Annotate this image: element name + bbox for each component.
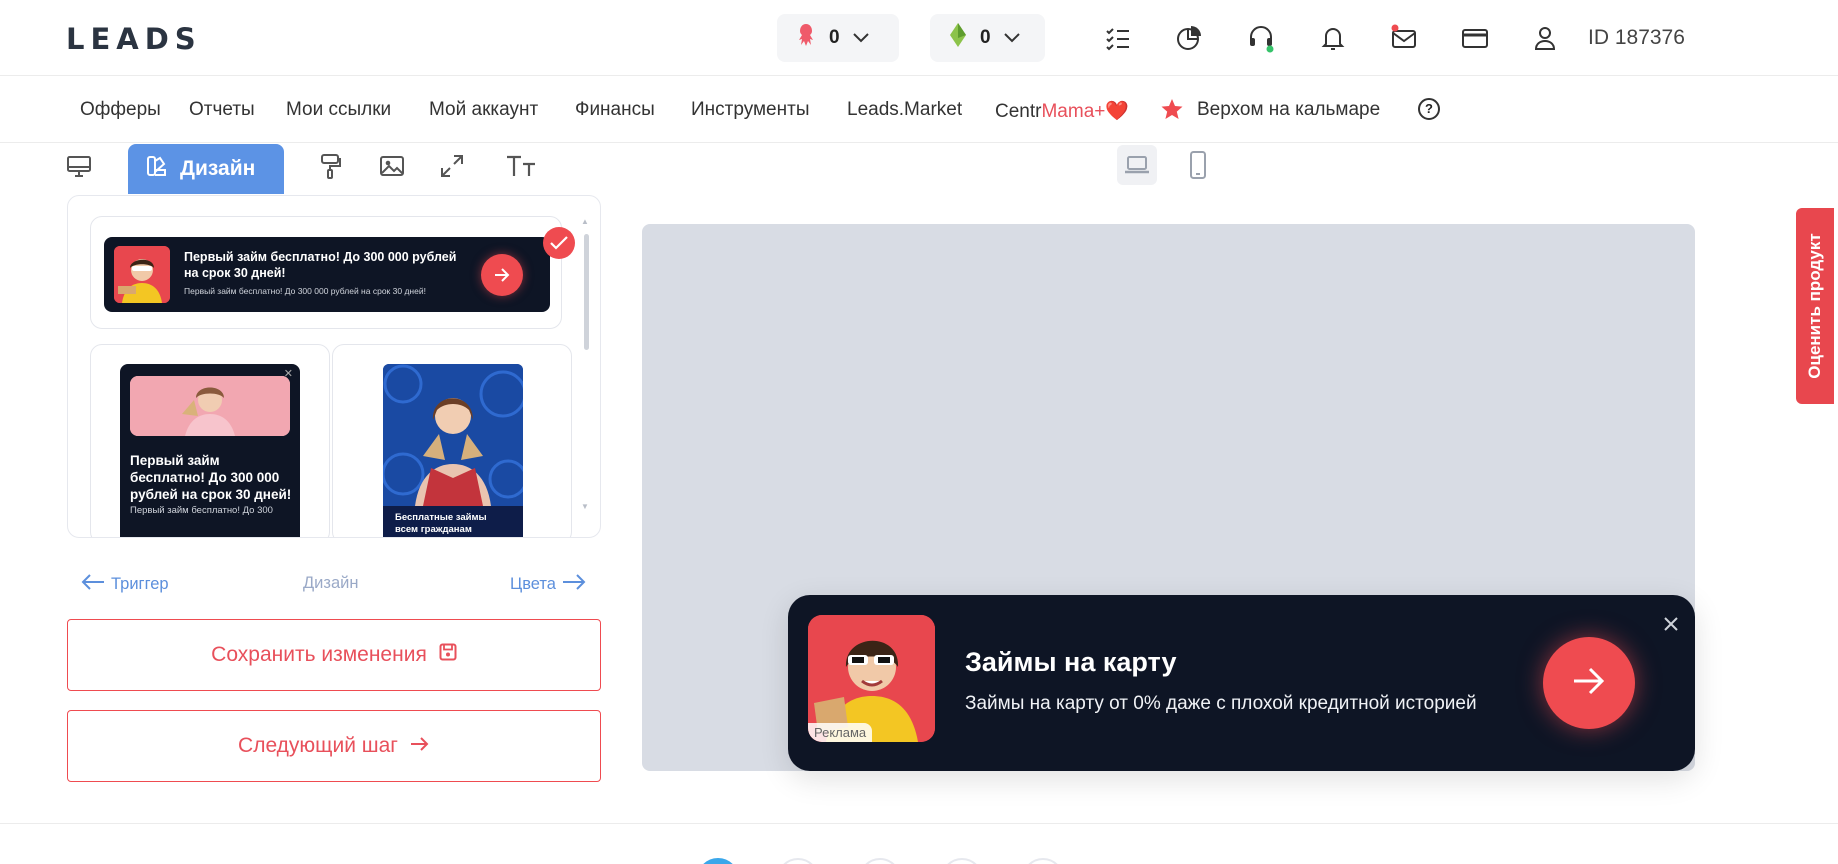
laptop-view-toggle[interactable] [1117,145,1157,185]
template-card-caption: Бесплатные займы всем гражданам Российск… [383,506,523,537]
paint-roller-icon[interactable] [316,152,346,182]
nav-item-reports[interactable]: Отчеты [189,99,255,121]
nav-item-centrmama[interactable]: CentrMama+❤️ [995,99,1129,123]
chevron-down-icon [852,32,870,44]
nav-item-tools[interactable]: Инструменты [691,99,809,121]
card-payment-icon[interactable] [1460,23,1490,53]
template-banner-preview: Первый займ бесплатно! До 300 000 рублей… [104,237,550,312]
balance-value-2: 0 [980,27,991,48]
scrollbar-thumb[interactable] [584,234,589,350]
arrow-right-icon [410,734,430,758]
arrow-right-icon [562,574,586,595]
preview-banner-title: Займы на карту [965,647,1177,677]
step-indicator-1[interactable] [697,858,739,864]
template-panel: Первый займ бесплатно! До 300 000 рублей… [67,195,601,538]
image-icon[interactable] [378,152,408,182]
nav-item-finance[interactable]: Финансы [575,99,655,121]
squid-icon [795,23,817,53]
floppy-save-icon [439,643,457,667]
resize-expand-icon[interactable] [438,152,468,182]
template-subtitle: Первый займ бесплатно! До 300 000 рублей… [184,286,426,296]
next-step-button[interactable]: Следующий шаг [67,710,601,782]
text-size-icon[interactable] [505,152,539,182]
top-header: LEADS 0 0 ID 187376 [0,0,1838,76]
step-prev-trigger[interactable]: Триггер [81,574,169,595]
user-profile-icon[interactable] [1530,23,1560,53]
bottom-divider [0,823,1838,824]
mail-icon[interactable] [1389,23,1419,53]
preview-banner-subtitle: Займы на карту от 0% даже с плохой креди… [965,693,1477,714]
step-next-label: Цвета [510,575,556,593]
preview-banner[interactable]: Реклама Займы на карту Займы на карту от… [788,595,1695,771]
centr-suffix: Mama+❤️ [1041,101,1130,122]
template-horizontal-selected[interactable]: Первый займ бесплатно! До 300 000 рублей… [90,216,575,329]
close-icon[interactable] [1660,613,1682,635]
nav-item-promo[interactable]: Верхом на кальмаре [1197,99,1380,121]
chevron-down-icon [1003,32,1021,44]
star-icon [1160,97,1184,126]
template-title: Первый займ бесплатно! До 300 000 рублей… [184,250,457,280]
step-prev-label: Триггер [111,575,169,593]
balance-squid-dropdown[interactable]: 0 [777,14,899,62]
arrow-right-icon [1572,667,1606,700]
scroll-down-arrow-icon[interactable]: ▼ [581,502,589,511]
rate-product-label: Оценить продукт [1805,233,1824,379]
woman-sunglasses-photo: Реклама [808,615,935,742]
support-headset-icon[interactable] [1246,23,1276,53]
arrow-left-icon [81,574,105,595]
balance-value-1: 0 [829,27,840,48]
preview-cta-button[interactable] [1543,637,1635,729]
template-card-title: Первый займ бесплатно! До 300 000 рублей… [130,453,292,502]
bell-icon[interactable] [1318,23,1348,53]
template-vertical-card-1[interactable]: Первый займ бесплатно! До 300 000 рублей… [90,344,330,537]
template-card-preview: Первый займ бесплатно! До 300 000 рублей… [120,364,300,537]
centr-prefix: Centr [995,101,1042,122]
tasks-icon[interactable] [1103,23,1133,53]
nav-item-leads-market[interactable]: Leads.Market [847,99,962,121]
template-card-subtitle: Первый займ бесплатно! До 300 [130,505,273,516]
nav-item-my-links[interactable]: Мои ссылки [286,99,391,121]
nav-item-my-account[interactable]: Мой аккаунт [429,99,538,121]
woman-photo [130,376,290,436]
mobile-view-toggle[interactable] [1178,145,1218,185]
step-current-design: Дизайн [303,574,359,592]
rate-product-tab[interactable]: Оценить продукт [1796,208,1834,404]
check-icon [543,227,575,259]
save-changes-button[interactable]: Сохранить изменения [67,619,601,691]
step-indicator-3[interactable] [859,858,901,864]
template-vertical-card-2[interactable]: Бесплатные займы всем гражданам Российск… [332,344,572,537]
close-icon: ✕ [283,368,293,380]
main-nav: Офферы Отчеты Мои ссылки Мой аккаунт Фин… [0,77,1838,143]
scroll-up-arrow-icon[interactable]: ▲ [581,217,589,226]
tab-design[interactable]: Дизайн [128,144,284,194]
step-next-colors[interactable]: Цвета [510,574,586,595]
ad-label: Реклама [808,723,873,742]
crystal-icon [948,22,968,54]
step-indicator-4[interactable] [941,858,983,864]
desktop-monitor-icon[interactable] [65,152,95,182]
user-id[interactable]: ID 187376 [1588,26,1685,50]
help-icon[interactable]: ? [1418,98,1440,120]
design-tab-label: Дизайн [180,157,256,180]
next-step-label: Следующий шаг [238,734,398,757]
step-indicator-2[interactable] [777,858,819,864]
step-indicator-5[interactable] [1022,858,1064,864]
leads-logo[interactable]: LEADS [66,22,202,56]
stats-pie-icon[interactable] [1174,23,1204,53]
woman-photo [114,246,170,303]
save-label: Сохранить изменения [211,643,427,666]
nav-item-offers[interactable]: Офферы [80,99,161,121]
template-card-photo-preview: Бесплатные займы всем гражданам Российск… [383,364,523,537]
design-palette-icon [146,155,168,183]
balance-crystal-dropdown[interactable]: 0 [930,14,1045,62]
arrow-right-icon [481,254,523,296]
